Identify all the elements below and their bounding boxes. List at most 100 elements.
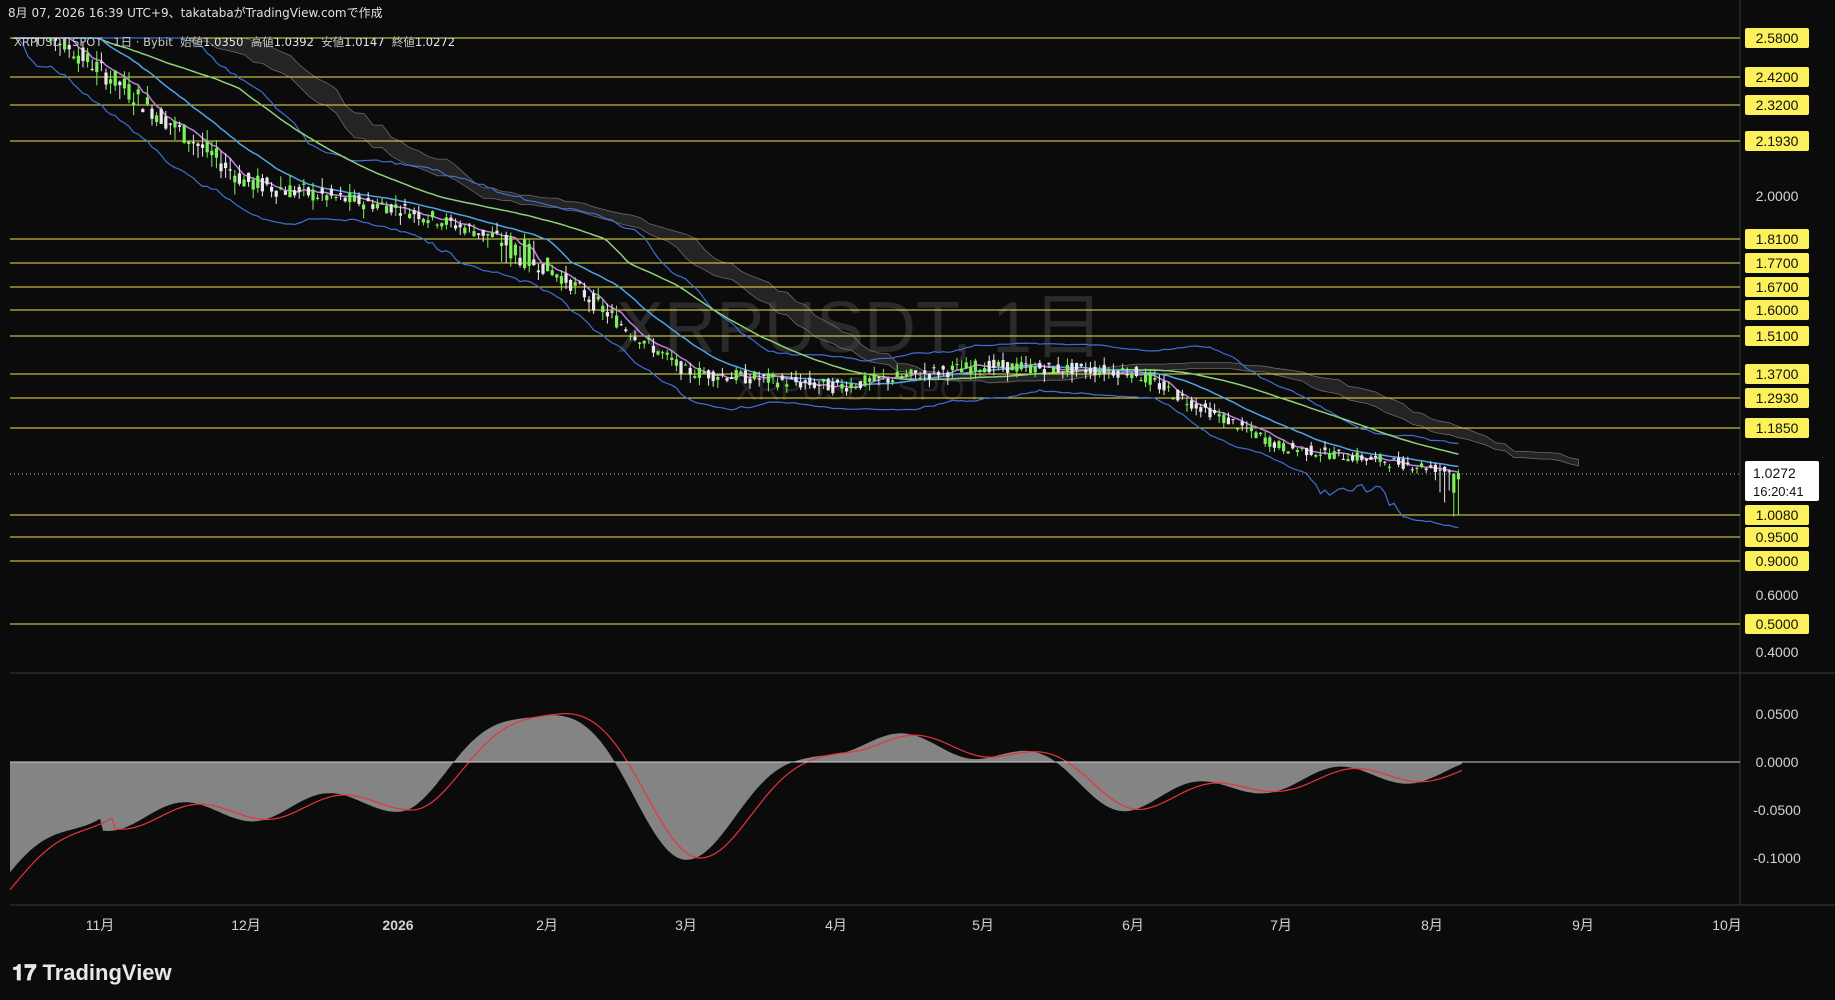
- candle-body: [348, 192, 352, 203]
- candle-body: [909, 369, 913, 374]
- candle-body: [1438, 469, 1442, 471]
- candle-body: [1401, 458, 1405, 469]
- candle-body: [615, 315, 619, 328]
- candle-body: [730, 377, 734, 380]
- price-tick-label: 1.5100: [1756, 328, 1799, 344]
- candle-body: [343, 197, 347, 202]
- candle-body: [1157, 383, 1161, 390]
- candle-body: [279, 187, 283, 190]
- price-tick-label: 0.9000: [1756, 553, 1799, 569]
- candle-body: [1397, 457, 1401, 465]
- candle-body: [1231, 419, 1235, 421]
- candle-body: [237, 173, 241, 184]
- candle-body: [679, 361, 683, 375]
- candle-body: [527, 243, 531, 266]
- candle-body: [394, 204, 398, 209]
- candle-body: [1056, 364, 1060, 372]
- tradingview-logo[interactable]: 𝟏𝟕 TradingView: [12, 960, 172, 986]
- candle-body: [1272, 442, 1276, 448]
- candle-body: [1447, 471, 1451, 473]
- candle-body: [1263, 437, 1267, 444]
- candle-body: [776, 382, 780, 388]
- candle-body: [766, 373, 770, 383]
- chart-canvas[interactable]: XRPUSDT, 1日 XRPUSDT SPOT 2.58002.42002.3…: [0, 0, 1835, 1000]
- candle-body: [302, 183, 306, 185]
- candle-body: [283, 191, 287, 195]
- price-tick-label: 1.0080: [1756, 507, 1799, 523]
- candle-body: [320, 187, 324, 194]
- candle-body: [633, 336, 637, 341]
- candle-body: [1410, 469, 1414, 471]
- candle-body: [555, 274, 559, 278]
- candle-body: [1415, 467, 1419, 469]
- candle-body: [592, 293, 596, 311]
- candle-body: [1286, 451, 1290, 454]
- candle-body: [1392, 458, 1396, 460]
- candle-body: [835, 379, 839, 383]
- candle-body: [1061, 371, 1065, 373]
- candle-body: [812, 382, 816, 388]
- candle-body: [1024, 363, 1028, 365]
- candle-body: [1433, 464, 1437, 473]
- candle-body: [1130, 373, 1134, 379]
- tradingview-logo-icon: 𝟏𝟕: [12, 960, 37, 985]
- osc-tick-label: -0.0500: [1753, 802, 1801, 818]
- price-tick-label: 1.7700: [1756, 255, 1799, 271]
- candle-body: [1222, 414, 1226, 424]
- candle-body: [421, 218, 425, 223]
- price-tick-label: 1.8100: [1756, 231, 1799, 247]
- candle-body: [559, 276, 563, 284]
- candle-body: [182, 125, 186, 143]
- candle-body: [205, 141, 209, 153]
- candle-body: [260, 178, 264, 192]
- time-tick-label: 4月: [825, 917, 847, 933]
- candle-body: [665, 352, 669, 355]
- candle-body: [1052, 367, 1056, 373]
- candle-body: [651, 345, 655, 353]
- candle-body: [509, 237, 513, 259]
- time-tick-label: 6月: [1122, 917, 1144, 933]
- candle-body: [122, 78, 126, 89]
- candle-body: [711, 371, 715, 382]
- candle-body: [684, 364, 688, 366]
- candle-body: [454, 225, 458, 229]
- candle-body: [90, 68, 94, 70]
- candle-body: [334, 197, 338, 199]
- candle-body: [1305, 447, 1309, 456]
- candle-body: [1226, 417, 1230, 425]
- candle-body: [1180, 394, 1184, 396]
- candle-body: [578, 282, 582, 284]
- candle-body: [1148, 373, 1152, 385]
- candle-body: [187, 141, 191, 144]
- time-tick-label: 10月: [1712, 917, 1742, 933]
- candle-body: [435, 224, 439, 226]
- candle-body: [1443, 466, 1447, 472]
- close-value: 1.0272: [414, 35, 456, 49]
- candle-body: [1102, 364, 1106, 375]
- candle-body: [1185, 404, 1189, 406]
- time-tick-label: 5月: [972, 917, 994, 933]
- candle-body: [490, 233, 494, 238]
- price-tick-label: 2.5800: [1756, 30, 1799, 46]
- price-tick-label: 2.4200: [1756, 69, 1799, 85]
- candle-body: [1116, 370, 1120, 378]
- candle-body: [500, 242, 504, 246]
- candle-body: [1084, 369, 1088, 373]
- symbol-label[interactable]: XRPUSDT SPOT · 1日 · Bybit: [14, 35, 173, 49]
- oscillator-pane: [9, 713, 1463, 890]
- candle-body: [1323, 447, 1327, 451]
- price-tick-label: 1.6000: [1756, 302, 1799, 318]
- candle-body: [113, 70, 117, 86]
- open-label: 始値: [180, 35, 204, 49]
- candle-body: [753, 372, 757, 380]
- candle-body: [1153, 378, 1157, 380]
- candle-body: [1213, 410, 1217, 414]
- candle-body: [481, 229, 485, 236]
- price-tick-label: 1.2930: [1756, 390, 1799, 406]
- candle-body: [1277, 441, 1281, 448]
- candle-body: [877, 377, 881, 379]
- candle-body: [76, 55, 80, 64]
- candle-body: [858, 381, 862, 389]
- candle-body: [1121, 368, 1125, 370]
- candle-body: [918, 377, 922, 380]
